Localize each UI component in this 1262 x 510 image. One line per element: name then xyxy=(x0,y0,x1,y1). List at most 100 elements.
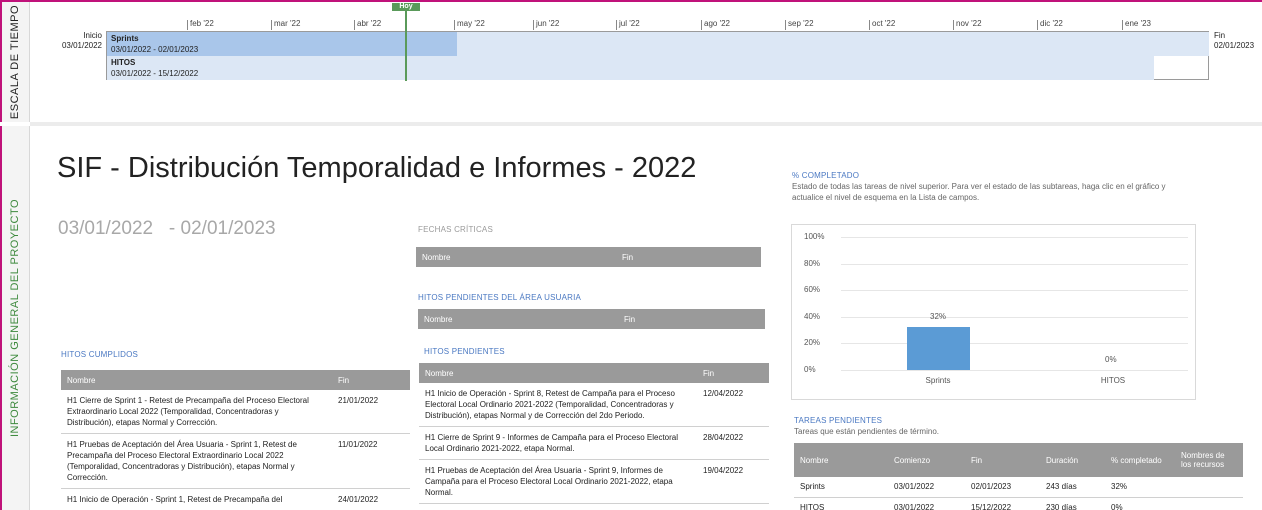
chart-gridline xyxy=(841,343,1188,345)
col-name: Nombre xyxy=(416,247,616,267)
col-name: Nombre xyxy=(418,309,618,329)
table-row[interactable]: H1 Inicio de Operación - Sprint 8, Retes… xyxy=(419,383,769,427)
col-start: Comienzo xyxy=(888,443,965,477)
chart-gridline xyxy=(841,316,1188,318)
chart-data-label: 32% xyxy=(930,312,947,322)
col-duration: Duración xyxy=(1040,443,1105,477)
table-row[interactable]: H1 Cierre de Sprint 9 - Informes de Camp… xyxy=(419,426,769,460)
timeline-month-label: sep '22 xyxy=(785,19,814,30)
table-cell-duration: 243 días xyxy=(1040,477,1105,498)
table-row[interactable]: H1 Inicio de Operación - Sprint 1, Retes… xyxy=(61,488,410,510)
col-finish: Fin xyxy=(616,247,761,267)
milestones-done-table: Nombre Fin H1 Cierre de Sprint 1 - Retes… xyxy=(61,370,410,510)
hitos-bar[interactable]: HITOS 03/01/2022 - 15/12/2022 xyxy=(107,56,1154,80)
start-label: Inicio xyxy=(83,31,102,40)
chart-bar-sprints[interactable] xyxy=(906,327,970,370)
table-cell-pct: 0% xyxy=(1105,497,1175,510)
timescale-accent xyxy=(0,0,2,122)
timescale-label: ESCALA DE TIEMPO xyxy=(8,4,21,120)
table-cell-resources xyxy=(1175,477,1243,498)
col-finish: Fin xyxy=(618,309,765,329)
table-cell-resources xyxy=(1175,497,1243,510)
timeline-month-label: may '22 xyxy=(454,19,485,30)
finish-label: Fin xyxy=(1214,31,1226,40)
table-row[interactable]: H1 Pruebas de Aceptación del Área Usuari… xyxy=(61,433,410,489)
chart-data-label: 0% xyxy=(1105,355,1117,364)
chart-y-tick: 20% xyxy=(804,338,821,348)
percent-complete-chart[interactable]: 0% 20% 40% 60% 80% 100% 32% Sprints 0% HITOS xyxy=(791,224,1196,400)
percent-complete-heading: % COMPLETADO xyxy=(792,171,860,180)
col-finish: Fin xyxy=(697,363,769,383)
table-cell-name: HITOS xyxy=(794,497,888,510)
col-resources: Nombres de los recursos xyxy=(1175,443,1243,477)
milestones-pending-heading: HITOS PENDIENTES xyxy=(424,347,505,356)
table-cell-finish: 24/01/2022 xyxy=(332,488,410,510)
timeline-month-label: feb '22 xyxy=(187,19,214,30)
project-date-range: 03/01/2022 - 02/01/2023 xyxy=(58,218,276,239)
project-info-label: INFORMACIÓN GENERAL DEL PROYECTO xyxy=(8,198,21,438)
chart-gridline xyxy=(841,263,1188,265)
table-row[interactable]: Sprints 03/01/2022 02/01/2023 243 días 32% xyxy=(794,477,1243,498)
table-cell-finish: 02/01/2023 xyxy=(965,477,1040,498)
project-info-strip: INFORMACIÓN GENERAL DEL PROYECTO xyxy=(0,126,30,510)
col-finish: Fin xyxy=(332,370,410,390)
chart-gridline xyxy=(841,290,1188,292)
table-cell-name: H1 Pruebas de Aceptación del Área Usuari… xyxy=(419,459,697,504)
sprints-bar-dates: 03/01/2022 - 02/01/2023 xyxy=(111,45,199,54)
pending-tasks-table: Nombre Comienzo Fin Duración % completad… xyxy=(794,443,1243,510)
table-cell-finish: 28/04/2022 xyxy=(697,426,769,460)
col-name: Nombre xyxy=(419,363,697,383)
today-marker xyxy=(405,9,407,81)
pending-tasks-description: Tareas que están pendientes de término. xyxy=(794,427,939,436)
timeline-month-label: ago '22 xyxy=(701,19,730,30)
sprints-bar[interactable]: Sprints 03/01/2022 - 02/01/2023 xyxy=(107,32,1209,56)
start-date: 03/01/2022 xyxy=(61,41,102,50)
table-row[interactable]: H1 Cierre de Sprint 1 - Retest de Precam… xyxy=(61,390,410,434)
timeline-month-label: dic '22 xyxy=(1037,19,1063,30)
chart-gridline xyxy=(841,237,1188,238)
percent-complete-description: Estado de todas las tareas de nivel supe… xyxy=(792,182,1166,202)
table-cell-name: H1 Cierre de Sprint 1 - Retest de Precam… xyxy=(61,390,332,434)
table-cell-start: 03/01/2022 xyxy=(888,477,965,498)
timeline-box[interactable]: Sprints 03/01/2022 - 02/01/2023 HITOS 03… xyxy=(106,31,1209,80)
milestones-pending-table: Nombre Fin H1 Inicio de Operación - Spri… xyxy=(419,363,769,504)
section-divider xyxy=(30,122,1262,126)
report-canvas: ESCALA DE TIEMPO feb '22 mar '22 abr '22 ma… xyxy=(0,0,1262,510)
sprints-bar-title: Sprints xyxy=(111,34,139,43)
timeline-month-label: oct '22 xyxy=(868,19,896,30)
table-cell-name: H1 Inicio de Operación - Sprint 8, Retes… xyxy=(419,383,697,427)
col-name: Nombre xyxy=(61,370,332,390)
table-cell-start: 03/01/2022 xyxy=(888,497,965,510)
table-cell-pct: 32% xyxy=(1105,477,1175,498)
chart-x-label: HITOS xyxy=(1100,376,1126,385)
hitos-bar-title: HITOS xyxy=(111,58,136,67)
timeline-month-label: ene '23 xyxy=(1122,19,1151,30)
timeline-month-label: jun '22 xyxy=(532,19,560,30)
timeline-month-label: nov '22 xyxy=(953,19,982,30)
timeline-month-label: mar '22 xyxy=(270,19,301,30)
chart-gridline xyxy=(841,370,1188,371)
table-row[interactable]: HITOS 03/01/2022 15/12/2022 230 días 0% xyxy=(794,497,1243,510)
col-finish: Fin xyxy=(965,443,1040,477)
milestones-done-heading: HITOS CUMPLIDOS xyxy=(61,350,139,359)
chart-y-tick: 80% xyxy=(804,258,821,268)
table-cell-name: H1 Cierre de Sprint 9 - Informes de Camp… xyxy=(419,426,697,460)
table-cell-name: H1 Pruebas de Aceptación del Área Usuari… xyxy=(61,433,332,489)
timeline-month-label: jul '22 xyxy=(616,19,640,30)
table-row[interactable]: H1 Pruebas de Aceptación del Área Usuari… xyxy=(419,459,769,504)
page-title: SIF - Distribución Temporalidad e Inform… xyxy=(57,152,697,184)
table-cell-finish: 15/12/2022 xyxy=(965,497,1040,510)
table-cell-duration: 230 días xyxy=(1040,497,1105,510)
top-accent-line xyxy=(0,0,1262,2)
timescale-strip: ESCALA DE TIEMPO xyxy=(0,2,30,122)
table-cell-finish: 19/04/2022 xyxy=(697,459,769,504)
critical-dates-heading: FECHAS CRÍTICAS xyxy=(418,225,494,234)
table-cell-finish: 21/01/2022 xyxy=(332,390,410,434)
chart-x-label: Sprints xyxy=(925,376,951,385)
table-cell-finish: 12/04/2022 xyxy=(697,383,769,427)
finish-date: 02/01/2023 xyxy=(1214,41,1255,50)
chart-y-tick: 0% xyxy=(804,365,816,374)
table-cell-name: Sprints xyxy=(794,477,888,498)
critical-dates-table: Nombre Fin xyxy=(416,247,761,267)
user-area-pending-table: Nombre Fin xyxy=(418,309,765,329)
